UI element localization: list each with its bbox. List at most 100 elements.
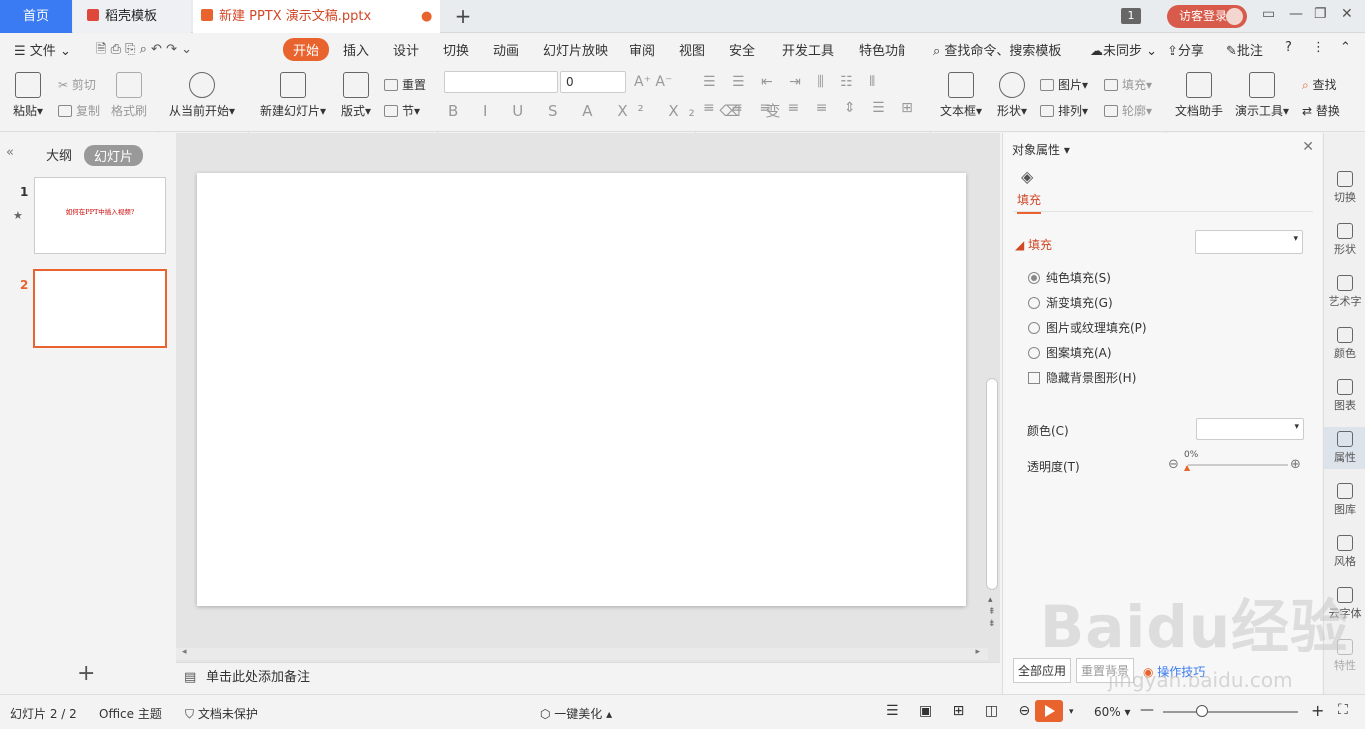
plus-icon[interactable]: ⊕	[1290, 457, 1301, 472]
quick-access-toolbar[interactable]: 🗎 ⎙ ⎘ ⌕ ↶ ↷ ⌄	[96, 40, 192, 62]
transparency-slider[interactable]	[1188, 464, 1288, 466]
zoom-out-icon[interactable]: —	[1140, 702, 1154, 718]
font-size-combo[interactable]: 0	[560, 71, 626, 93]
search-command[interactable]: ⌕ 查找命令、搜索模板	[933, 40, 1061, 59]
sidebar-color[interactable]: 颜色	[1324, 327, 1365, 361]
restore-icon[interactable]: ❐	[1314, 6, 1327, 22]
menu-tab-features[interactable]: 特色功能	[859, 40, 905, 59]
font-name-combo[interactable]	[444, 71, 558, 93]
font-grow-shrink-icon[interactable]: A⁺ A⁻	[634, 74, 672, 90]
sidebar-chart[interactable]: 图表	[1324, 379, 1365, 413]
protection-status[interactable]: ⛉ 文档未保护	[185, 705, 258, 722]
color-dropdown[interactable]: ▾	[1196, 418, 1304, 440]
menu-tab-review[interactable]: 审阅	[629, 40, 655, 59]
paste-button[interactable]: 粘贴▾	[10, 72, 46, 119]
properties-title[interactable]: 对象属性 ▾	[1012, 141, 1070, 158]
menu-tab-home[interactable]: 开始	[283, 38, 330, 61]
guest-login-button[interactable]: 访客登录	[1167, 5, 1247, 28]
menu-tab-insert[interactable]: 插入	[343, 40, 369, 59]
chevron-down-icon[interactable]: ▾	[1069, 707, 1074, 717]
file-menu[interactable]: ☰ 文件 ⌄	[14, 40, 71, 59]
scroll-right-icon[interactable]: ▸	[975, 647, 980, 657]
fill-section-header[interactable]: ◢ 填充	[1015, 236, 1052, 253]
new-tab-button[interactable]: +	[448, 0, 478, 33]
fill-type-dropdown[interactable]: ▾	[1195, 230, 1303, 254]
slide-thumbnail-2[interactable]	[33, 269, 167, 348]
layout-button[interactable]: 版式▾	[338, 72, 374, 119]
menu-tab-view[interactable]: 视图	[679, 40, 705, 59]
collapse-ribbon-icon[interactable]: ⌃	[1340, 40, 1351, 55]
menu-tab-transition[interactable]: 切换	[443, 40, 469, 59]
list-indent-buttons[interactable]: ☰ ☰ ⇤ ⇥ ⫼ ☷ ⫴	[703, 74, 881, 90]
find-button[interactable]: ⌕ 查找	[1302, 76, 1337, 93]
close-pane-icon[interactable]: ✕	[1302, 139, 1314, 155]
sidebar-shape[interactable]: 形状	[1324, 223, 1365, 257]
arrange-button[interactable]: 排列▾	[1040, 102, 1088, 119]
shape-button[interactable]: 形状▾	[994, 72, 1030, 119]
window-count-badge[interactable]: 1	[1121, 8, 1141, 24]
view-mode-buttons[interactable]: ☰ ▣ ⊞ ◫ ⊖	[886, 703, 1038, 719]
sidebar-properties[interactable]: 属性	[1324, 427, 1365, 469]
solid-fill-option[interactable]: 纯色填充(S)	[1028, 269, 1111, 286]
tab-home[interactable]: 首页	[0, 0, 72, 33]
menu-tab-animation[interactable]: 动画	[493, 40, 519, 59]
outline-button[interactable]: 轮廓▾	[1104, 102, 1152, 119]
replace-button[interactable]: ⇄ 替换	[1302, 102, 1340, 119]
help-icon[interactable]: ?	[1285, 40, 1292, 55]
zoom-level[interactable]: 60% ▾	[1094, 705, 1131, 719]
tab-document[interactable]: 新建 PPTX 演示文稿.pptx ●	[193, 0, 440, 33]
sidebar-transition[interactable]: 切换	[1324, 171, 1365, 205]
notes-area[interactable]: ▤ 单击此处添加备注	[176, 662, 1000, 694]
vertical-scrollbar[interactable]	[986, 378, 998, 590]
present-tools-button[interactable]: 演示工具▾	[1232, 72, 1292, 119]
tab-slides[interactable]: 幻灯片	[84, 145, 144, 166]
fill-button[interactable]: 填充▾	[1104, 76, 1152, 93]
add-slide-icon[interactable]: +	[77, 661, 95, 686]
new-slide-button[interactable]: 新建幻灯片▾	[258, 72, 328, 119]
section-button[interactable]: 节▾	[384, 102, 420, 119]
tab-outline[interactable]: 大纲	[46, 145, 72, 164]
theme-name[interactable]: Office 主题	[99, 705, 162, 722]
zoom-in-icon[interactable]: +	[1311, 701, 1324, 720]
minimize-icon[interactable]: —	[1289, 6, 1303, 22]
gradient-fill-option[interactable]: 渐变填充(G)	[1028, 294, 1113, 311]
sidebar-wordart[interactable]: 艺术字	[1324, 275, 1365, 309]
copy-button[interactable]: 复制	[58, 102, 100, 119]
menu-tab-design[interactable]: 设计	[393, 40, 419, 59]
play-slideshow-button[interactable]	[1035, 700, 1063, 722]
scroll-left-icon[interactable]: ◂	[182, 647, 187, 657]
slide-thumbnail-1[interactable]: 如何在PPT中插入视频?	[34, 177, 166, 254]
textbox-button[interactable]: 文本框▾	[938, 72, 984, 119]
hide-bg-graphics-checkbox[interactable]: 隐藏背景图形(H)	[1028, 369, 1136, 386]
paragraph-align-buttons[interactable]: ≡ ≡ ≡ ≡ ≡ ⇕ ☰ ⊞	[703, 100, 919, 116]
minus-icon[interactable]: ⊖	[1168, 457, 1179, 472]
scroll-page-arrows-icon[interactable]: ▴ ⇞ ⇟	[988, 594, 996, 630]
picture-button[interactable]: 图片▾	[1040, 76, 1088, 93]
beautify-button[interactable]: ⬡ 一键美化 ▴	[540, 705, 612, 722]
tab-template[interactable]: 稻壳模板	[73, 0, 191, 33]
horizontal-scrollbar[interactable]: ◂ ▸	[176, 647, 988, 660]
menu-tab-security[interactable]: 安全	[729, 40, 755, 59]
slide-canvas[interactable]	[197, 173, 966, 606]
format-painter-button[interactable]: 格式刷	[110, 72, 148, 119]
sync-button[interactable]: ☁未同步 ⌄	[1090, 40, 1157, 59]
collapse-pane-icon[interactable]: «	[6, 145, 14, 160]
reset-button[interactable]: 重置	[384, 76, 426, 93]
skin-icon[interactable]: ▭	[1262, 6, 1275, 22]
menu-tab-developer[interactable]: 开发工具	[782, 40, 834, 59]
slider-knob-icon[interactable]: ▲	[1184, 463, 1190, 472]
more-icon[interactable]: ⋮	[1312, 40, 1325, 55]
picture-fill-option[interactable]: 图片或纹理填充(P)	[1028, 319, 1147, 336]
sidebar-gallery[interactable]: 图库	[1324, 483, 1365, 517]
comment-button[interactable]: ✎批注	[1226, 40, 1263, 59]
play-from-current-button[interactable]: 从当前开始▾	[166, 72, 238, 119]
pattern-fill-option[interactable]: 图案填充(A)	[1028, 344, 1112, 361]
zoom-slider[interactable]	[1163, 711, 1298, 713]
cut-button[interactable]: ✂ 剪切	[58, 76, 96, 93]
zoom-slider-knob[interactable]	[1196, 705, 1208, 717]
close-window-icon[interactable]: ✕	[1341, 6, 1353, 22]
sidebar-style[interactable]: 风格	[1324, 535, 1365, 569]
fit-window-icon[interactable]: ⛶	[1338, 702, 1348, 718]
doc-assistant-button[interactable]: 文档助手	[1174, 72, 1224, 119]
share-button[interactable]: ⇪分享	[1167, 40, 1204, 59]
